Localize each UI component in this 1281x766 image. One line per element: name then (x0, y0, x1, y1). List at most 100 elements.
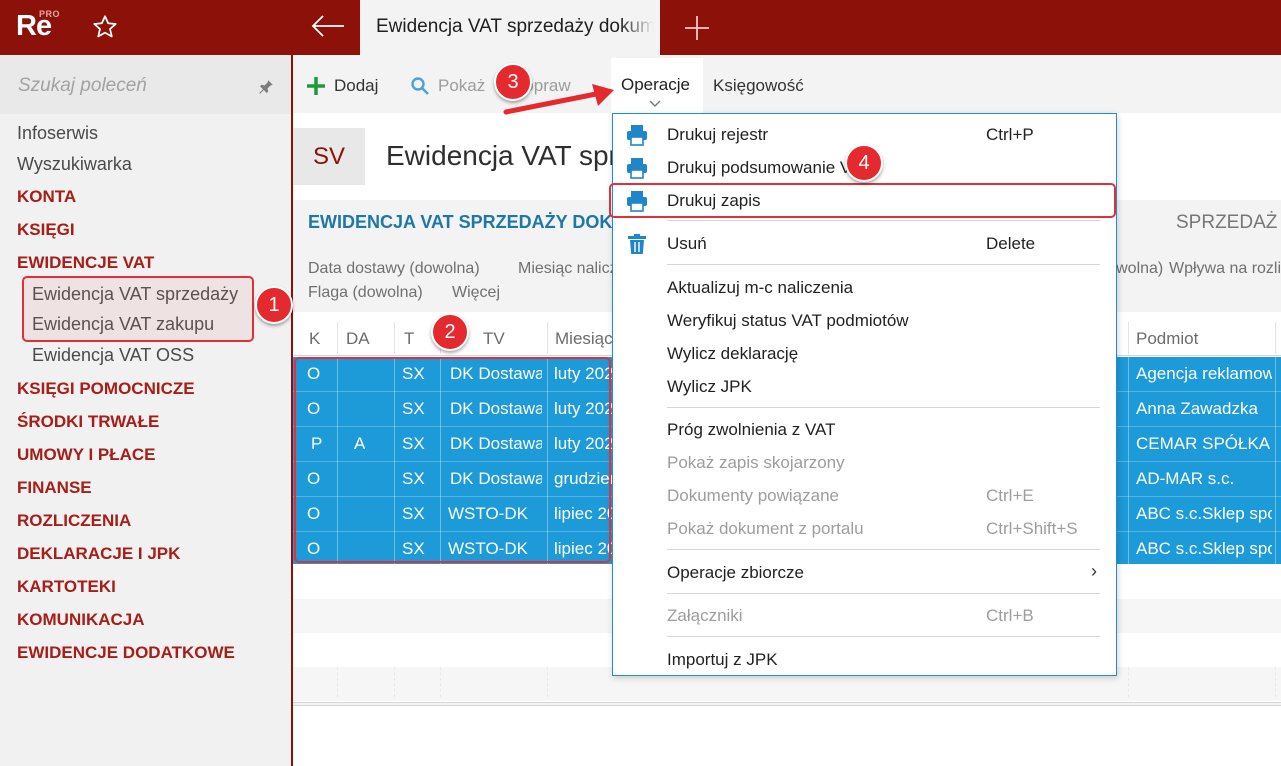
menu-item-label: Drukuj podsumowanie VAT (667, 158, 871, 177)
pin-button[interactable] (254, 75, 278, 99)
menu-item-shortcut: Ctrl+P (986, 125, 1034, 144)
logo-badge: PRO (39, 9, 61, 19)
sidebar-item-ewidencje-vat[interactable]: EWIDENCJE VAT (17, 253, 154, 273)
tab-fade (620, 0, 660, 55)
menu-item-label: Wylicz deklarację (667, 344, 799, 363)
annotation-callout-1: 1 (255, 286, 293, 324)
show-label: Pokaż (438, 76, 486, 95)
accounting-button[interactable]: Księgowość (713, 74, 804, 98)
add-button[interactable]: Dodaj (306, 74, 378, 98)
column-t[interactable]: T (404, 329, 414, 349)
menu-item-label: Weryfikuj status VAT podmiotów (667, 311, 909, 330)
cell-subject: Agencja reklamowa (1136, 364, 1272, 383)
show-button[interactable]: Pokaż (410, 74, 485, 98)
column-subject[interactable]: Podmiot (1136, 329, 1198, 349)
sidebar-item-umowy-place[interactable]: UMOWY I PŁACE (17, 445, 156, 465)
menu-item-label: Wylicz JPK (667, 377, 752, 396)
menu-item-vat-threshold[interactable]: Próg zwolnienia z VAT (613, 413, 1116, 446)
menu-separator (667, 407, 1100, 408)
operations-label: Operacje (621, 75, 690, 94)
sidebar-item-ksiegi[interactable]: KSIĘGI (17, 220, 75, 240)
menu-item-label: Aktualizuj m-c naliczenia (667, 278, 854, 297)
filter-flag[interactable]: Flaga (dowolna) (308, 284, 423, 302)
filter-affects-settlement[interactable]: Wpływa na rozliczenie (1169, 260, 1281, 278)
menu-item-attachments: Załączniki Ctrl+B (613, 599, 1116, 632)
annotation-box-grid (294, 357, 611, 563)
menu-item-label: Importuj z JPK (667, 650, 778, 669)
menu-item-update-month[interactable]: Aktualizuj m-c naliczenia (613, 271, 1116, 304)
title-bar: Re PRO Ewidencja VAT sprzedaży dokumentó… (0, 0, 1281, 55)
back-button[interactable] (300, 6, 356, 46)
sidebar-item-ksiegi-pomocnicze[interactable]: KSIĘGI POMOCNICZE (17, 379, 195, 399)
column-month[interactable]: Miesiąc (555, 329, 613, 349)
menu-item-label: Próg zwolnienia z VAT (667, 420, 836, 439)
tab-vat-sales[interactable]: Ewidencja VAT sprzedaży dokumentów (360, 0, 660, 55)
menu-item-verify-vat-status[interactable]: Weryfikuj status VAT podmiotów (613, 304, 1116, 337)
plus-icon (685, 16, 709, 40)
list-view-label[interactable]: SPRZEDAŻ (1176, 212, 1277, 234)
sidebar-item-ewidencje-dodatkowe[interactable]: EWIDENCJE DODATKOWE (17, 643, 235, 663)
menu-separator (667, 264, 1100, 265)
sidebar-item-finanse[interactable]: FINANSE (17, 478, 92, 498)
chevron-down-icon (649, 100, 661, 107)
chevron-right-icon: › (1091, 561, 1097, 581)
menu-item-shortcut: Ctrl+Shift+S (986, 519, 1078, 538)
menu-item-label: Drukuj rejestr (667, 125, 769, 144)
sidebar: Infoserwis Wyszukiwarka KONTA KSIĘGI EWI… (0, 55, 293, 766)
menu-item-calc-jpk[interactable]: Wylicz JPK (613, 370, 1116, 403)
sidebar-item-infoserwis[interactable]: Infoserwis (17, 123, 98, 144)
column-da[interactable]: DA (346, 329, 370, 349)
menu-item-label: Operacje zbiorcze (667, 563, 805, 582)
trash-icon (628, 234, 646, 254)
new-tab-button[interactable] (676, 8, 718, 48)
add-label: Dodaj (334, 76, 379, 95)
sidebar-item-konta[interactable]: KONTA (17, 187, 76, 207)
menu-item-label: Usuń (667, 234, 707, 253)
tab-label: Ewidencja VAT sprzedaży dokumentów (376, 16, 660, 37)
menu-item-related-documents: Dokumenty powiązane Ctrl+E (613, 479, 1116, 512)
favorites-button[interactable] (85, 9, 125, 45)
menu-item-import-jpk[interactable]: Importuj z JPK (613, 643, 1116, 676)
annotation-box-sidebar (22, 276, 254, 342)
menu-item-show-linked-record: Pokaż zapis skojarzony (613, 446, 1116, 479)
cell-subject: ABC s.c.Sklep spożywczy (1136, 504, 1272, 523)
menu-item-shortcut: Ctrl+E (986, 486, 1034, 505)
sidebar-item-vat-oss[interactable]: Ewidencja VAT OSS (32, 345, 194, 366)
grid-footer-line (293, 702, 1281, 706)
star-icon (93, 15, 117, 38)
toolbar: Dodaj Pokaż Popraw Operacje Księgowość (293, 55, 1281, 113)
printer-icon (627, 158, 647, 179)
app-logo[interactable]: Re PRO (0, 0, 72, 55)
sidebar-item-wyszukiwarka[interactable]: Wyszukiwarka (17, 154, 132, 175)
printer-icon (627, 125, 647, 146)
annotation-callout-3: 3 (494, 63, 532, 101)
document-type-badge: SV (293, 128, 365, 185)
sidebar-item-deklaracje-jpk[interactable]: DEKLARACJE I JPK (17, 544, 180, 564)
menu-item-label: Pokaż dokument z portalu (667, 519, 864, 538)
command-search-input[interactable] (18, 73, 238, 99)
operations-menu-button[interactable]: Operacje (611, 58, 703, 113)
pin-icon (259, 80, 273, 94)
menu-item-bulk-operations[interactable]: Operacje zbiorcze › (613, 556, 1116, 589)
sidebar-item-kartoteki[interactable]: KARTOTEKI (17, 577, 116, 597)
filter-delivery-date[interactable]: Data dostawy (dowolna) (308, 260, 480, 278)
sidebar-item-komunikacja[interactable]: KOMUNIKACJA (17, 610, 145, 630)
menu-separator (667, 549, 1100, 550)
filter-more[interactable]: Więcej (452, 284, 500, 302)
menu-item-label: Pokaż zapis skojarzony (667, 453, 845, 472)
column-tv[interactable]: TV (483, 329, 505, 349)
menu-item-calc-declaration[interactable]: Wylicz deklarację (613, 337, 1116, 370)
menu-item-delete[interactable]: Usuń Delete (613, 227, 1116, 260)
column-k[interactable]: K (309, 329, 320, 349)
plus-icon (307, 77, 325, 95)
menu-separator (667, 636, 1100, 637)
sidebar-item-srodki-trwale[interactable]: ŚRODKI TRWAŁE (17, 412, 159, 432)
annotation-callout-2: 2 (431, 313, 469, 351)
arrow-left-icon (311, 15, 344, 37)
cell-subject: ABC s.c.Sklep spożywczy (1136, 539, 1272, 558)
annotation-box-print-record (609, 183, 1116, 218)
accounting-label: Księgowość (713, 76, 804, 95)
menu-separator (667, 220, 1100, 221)
sidebar-item-rozliczenia[interactable]: ROZLICZENIA (17, 511, 131, 531)
menu-item-shortcut: Delete (986, 234, 1036, 253)
